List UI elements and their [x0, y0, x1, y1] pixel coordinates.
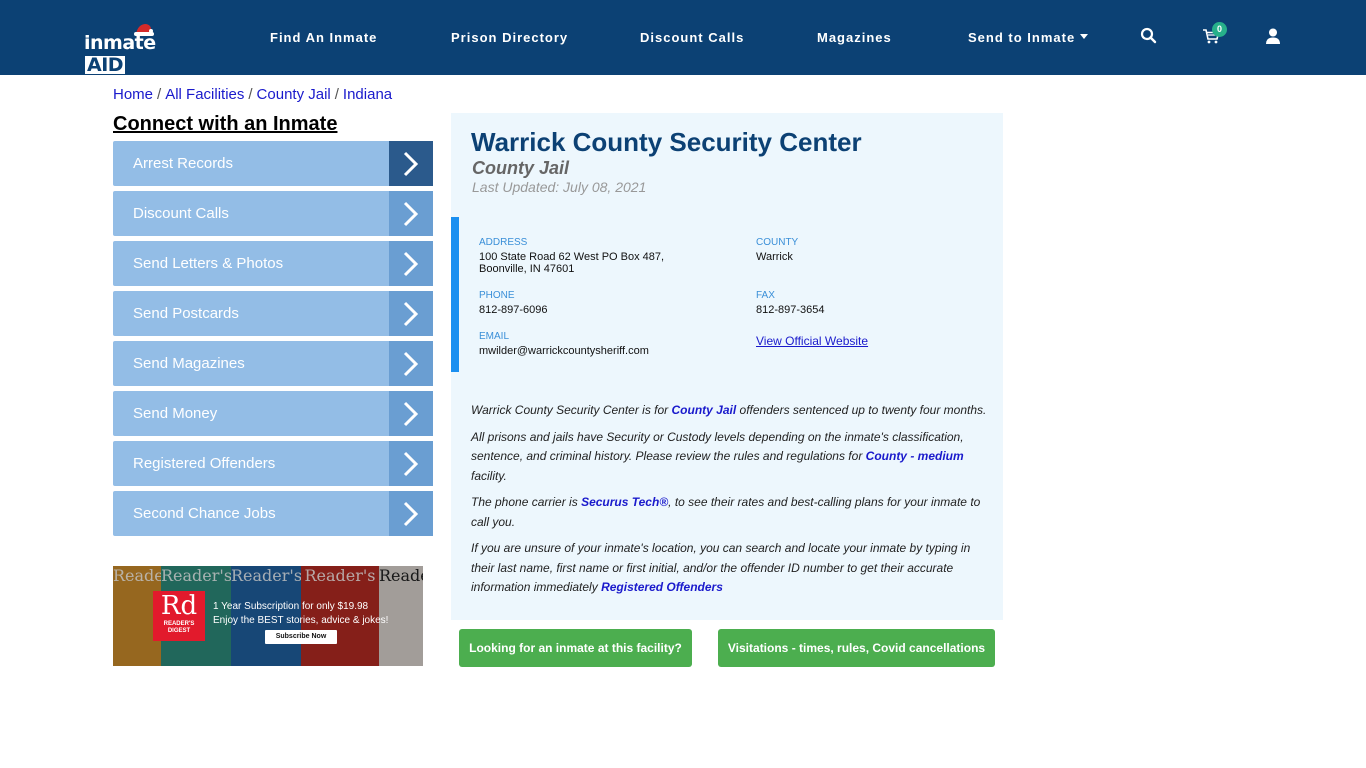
security-level-link[interactable]: County - medium [866, 449, 964, 463]
sidebar-item-discount-calls[interactable]: Discount Calls [113, 191, 433, 236]
sidebar-item-send-postcards[interactable]: Send Postcards [113, 291, 433, 336]
sidebar-item-label: Registered Offenders [133, 455, 276, 472]
facility-type: County Jail [472, 158, 570, 178]
chevron-right-icon [389, 341, 433, 386]
find-inmate-at-facility-button[interactable]: Looking for an inmate at this facility? [459, 629, 692, 667]
county-label: COUNTY [756, 237, 799, 248]
sidebar-item-label: Send Letters & Photos [133, 255, 284, 272]
nav-send-to-inmate[interactable]: Send to Inmate [968, 30, 1089, 45]
logo-text: inmateAID [84, 32, 156, 76]
description-paragraph: If you are unsure of your inmate's locat… [471, 541, 971, 594]
sidebar-item-label: Second Chance Jobs [133, 505, 276, 522]
facility-name: Warrick County Security Center [471, 127, 862, 157]
sidebar-item-send-money[interactable]: Send Money [113, 391, 433, 436]
chevron-right-icon [389, 291, 433, 336]
official-website-link[interactable]: View Official Website [756, 334, 868, 348]
email-value[interactable]: mwilder@warrickcountysheriff.com [479, 345, 649, 357]
nav-prison-directory[interactable]: Prison Directory [451, 30, 568, 45]
fax-value: 812-897-3654 [756, 304, 825, 316]
ad-promo-line: Enjoy the BEST stories, advice & jokes! [213, 615, 389, 626]
sidebar-title: Connect with an Inmate [113, 113, 338, 135]
fax-label: FAX [756, 290, 775, 301]
cart-count-badge: 0 [1212, 22, 1227, 37]
inmateaid-logo[interactable]: inmateAID [84, 22, 184, 75]
sidebar-item-label: Send Money [133, 405, 218, 422]
readers-digest-logo: Rd READER'S DIGEST [153, 591, 205, 641]
sidebar-item-send-magazines[interactable]: Send Magazines [113, 341, 433, 386]
sidebar-item-label: Send Magazines [133, 355, 245, 372]
facility-panel: Warrick County Security Center County Ja… [451, 113, 1003, 620]
readers-digest-ad-banner[interactable]: Reader's Reader's Reader's Reader's Read… [113, 566, 423, 666]
contact-info-box: ADDRESS 100 State Road 62 West PO Box 48… [451, 217, 1003, 372]
sidebar-item-label: Arrest Records [133, 155, 234, 172]
sidebar-item-label: Send Postcards [133, 305, 239, 322]
sidebar-item-label: Discount Calls [133, 205, 229, 222]
email-label: EMAIL [479, 331, 510, 342]
chevron-right-icon [389, 141, 433, 186]
sidebar-item-registered-offenders[interactable]: Registered Offenders [113, 441, 433, 486]
chevron-right-icon [389, 491, 433, 536]
county-value: Warrick [756, 251, 793, 263]
chevron-right-icon [389, 441, 433, 486]
phone-value[interactable]: 812-897-6096 [479, 304, 548, 316]
address-line2: Boonville, IN 47601 [479, 263, 575, 275]
subscribe-now-button[interactable]: Subscribe Now [265, 630, 337, 644]
description-paragraph: The phone carrier is Securus Tech®, to s… [471, 495, 981, 529]
description-paragraph: Warrick County Security Center is for Co… [471, 403, 987, 417]
breadcrumb-county-jail[interactable]: County Jail [257, 86, 331, 103]
nav-find-an-inmate[interactable]: Find An Inmate [270, 30, 377, 45]
breadcrumb-home[interactable]: Home [113, 86, 153, 103]
county-jail-link[interactable]: County Jail [672, 403, 737, 417]
breadcrumb-all-facilities[interactable]: All Facilities [165, 86, 244, 103]
sidebar-item-second-chance-jobs[interactable]: Second Chance Jobs [113, 491, 433, 536]
breadcrumb-indiana[interactable]: Indiana [343, 86, 392, 103]
breadcrumb: Home / All Facilities / County Jail / Indiana [113, 86, 392, 103]
chevron-right-icon [389, 391, 433, 436]
breadcrumb-separator: / [248, 86, 253, 103]
sidebar-item-arrest-records[interactable]: Arrest Records [113, 141, 433, 186]
nav-discount-calls[interactable]: Discount Calls [640, 30, 744, 45]
address-label: ADDRESS [479, 237, 528, 248]
chevron-right-icon [389, 191, 433, 236]
visitations-button[interactable]: Visitations - times, rules, Covid cancel… [718, 629, 995, 667]
ad-promo-line: 1 Year Subscription for only $19.98 [213, 601, 369, 612]
last-updated: Last Updated: July 08, 2021 [472, 179, 647, 195]
phone-label: PHONE [479, 290, 515, 301]
registered-offenders-link[interactable]: Registered Offenders [601, 580, 723, 594]
search-icon[interactable] [1140, 27, 1158, 45]
sidebar-item-send-letters-photos[interactable]: Send Letters & Photos [113, 241, 433, 286]
chevron-right-icon [389, 241, 433, 286]
caret-down-icon [1080, 34, 1089, 40]
breadcrumb-separator: / [157, 86, 162, 103]
sidebar-menu: Arrest Records Discount Calls Send Lette… [113, 141, 433, 541]
address-line1: 100 State Road 62 West PO Box 487, [479, 251, 665, 263]
nav-magazines[interactable]: Magazines [817, 30, 892, 45]
phone-carrier-link[interactable]: Securus Tech® [581, 495, 668, 509]
breadcrumb-separator: / [334, 86, 339, 103]
description-paragraph: All prisons and jails have Security or C… [471, 429, 964, 483]
facility-description: Warrick County Security Center is for Co… [471, 401, 991, 605]
user-icon[interactable] [1264, 27, 1282, 45]
top-navigation-bar: inmateAID Find An Inmate Prison Director… [0, 0, 1366, 75]
